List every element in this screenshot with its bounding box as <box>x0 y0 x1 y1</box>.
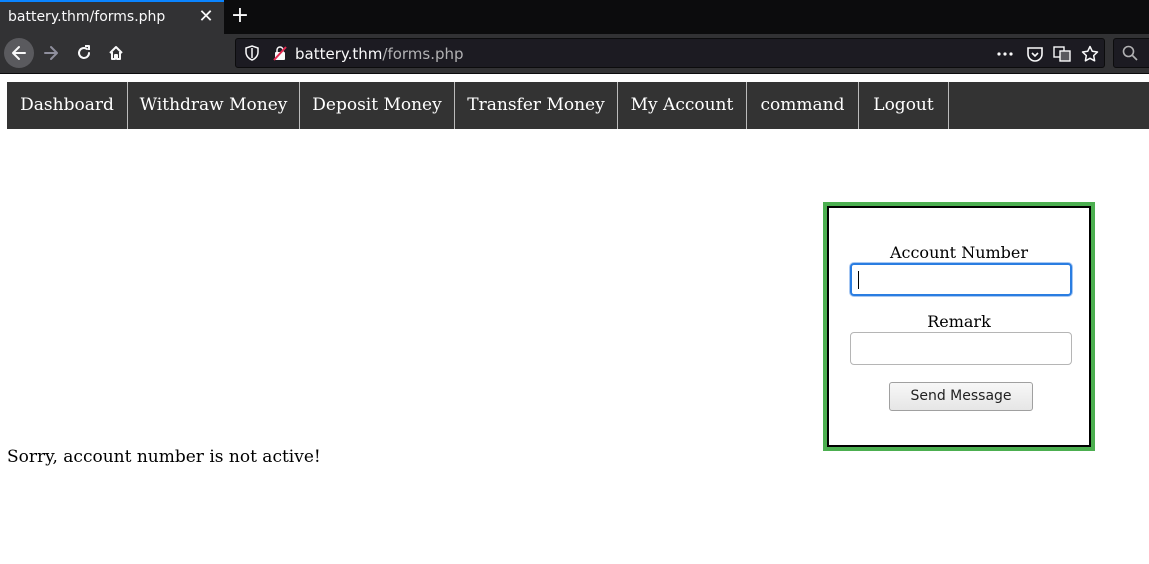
main-navbar: Dashboard Withdraw Money Deposit Money T… <box>7 82 1149 129</box>
search-icon <box>1122 45 1138 61</box>
nav-logout[interactable]: Logout <box>859 82 949 129</box>
address-bar[interactable]: battery.thm/forms.php <box>235 38 1105 68</box>
translate-icon[interactable] <box>1053 45 1071 63</box>
bookmark-star-icon[interactable] <box>1081 45 1099 63</box>
tab-title: battery.thm/forms.php <box>8 9 166 25</box>
nav-command[interactable]: command <box>747 82 859 129</box>
browser-toolbar: battery.thm/forms.php <box>0 34 1149 74</box>
browser-tab[interactable]: battery.thm/forms.php ✕ <box>0 0 224 34</box>
message-form: Account Number Remark Send Message <box>827 206 1091 447</box>
insecure-lock-icon[interactable] <box>272 45 288 65</box>
nav-transfer-money[interactable]: Transfer Money <box>455 82 618 129</box>
url-host: battery.thm <box>295 45 383 63</box>
nav-deposit-money[interactable]: Deposit Money <box>300 82 455 129</box>
browser-tab-bar: battery.thm/forms.php ✕ + <box>0 0 1149 34</box>
url-text[interactable]: battery.thm/forms.php <box>295 45 464 63</box>
tracking-shield-icon[interactable] <box>244 45 260 65</box>
remark-input[interactable] <box>850 332 1072 365</box>
text-caret <box>858 271 859 289</box>
pocket-icon[interactable] <box>1026 45 1044 63</box>
message-form-container: Account Number Remark Send Message <box>823 202 1095 451</box>
home-icon[interactable] <box>101 38 131 68</box>
back-arrow-icon[interactable] <box>4 38 34 68</box>
nav-dashboard[interactable]: Dashboard <box>7 82 128 129</box>
forward-arrow-icon[interactable] <box>36 38 66 68</box>
reload-icon[interactable] <box>69 38 99 68</box>
account-number-label: Account Number <box>889 243 1029 262</box>
url-path: /forms.php <box>382 45 464 63</box>
nav-my-account[interactable]: My Account <box>618 82 747 129</box>
remark-label: Remark <box>927 312 991 331</box>
nav-withdraw-money[interactable]: Withdraw Money <box>128 82 300 129</box>
tab-close-icon[interactable]: ✕ <box>197 8 215 26</box>
search-box[interactable] <box>1113 38 1149 68</box>
new-tab-icon[interactable]: + <box>229 4 251 28</box>
send-message-button[interactable]: Send Message <box>889 382 1033 411</box>
account-number-input[interactable] <box>850 263 1072 296</box>
status-message: Sorry, account number is not active! <box>7 447 321 467</box>
more-actions-icon[interactable] <box>996 45 1014 63</box>
